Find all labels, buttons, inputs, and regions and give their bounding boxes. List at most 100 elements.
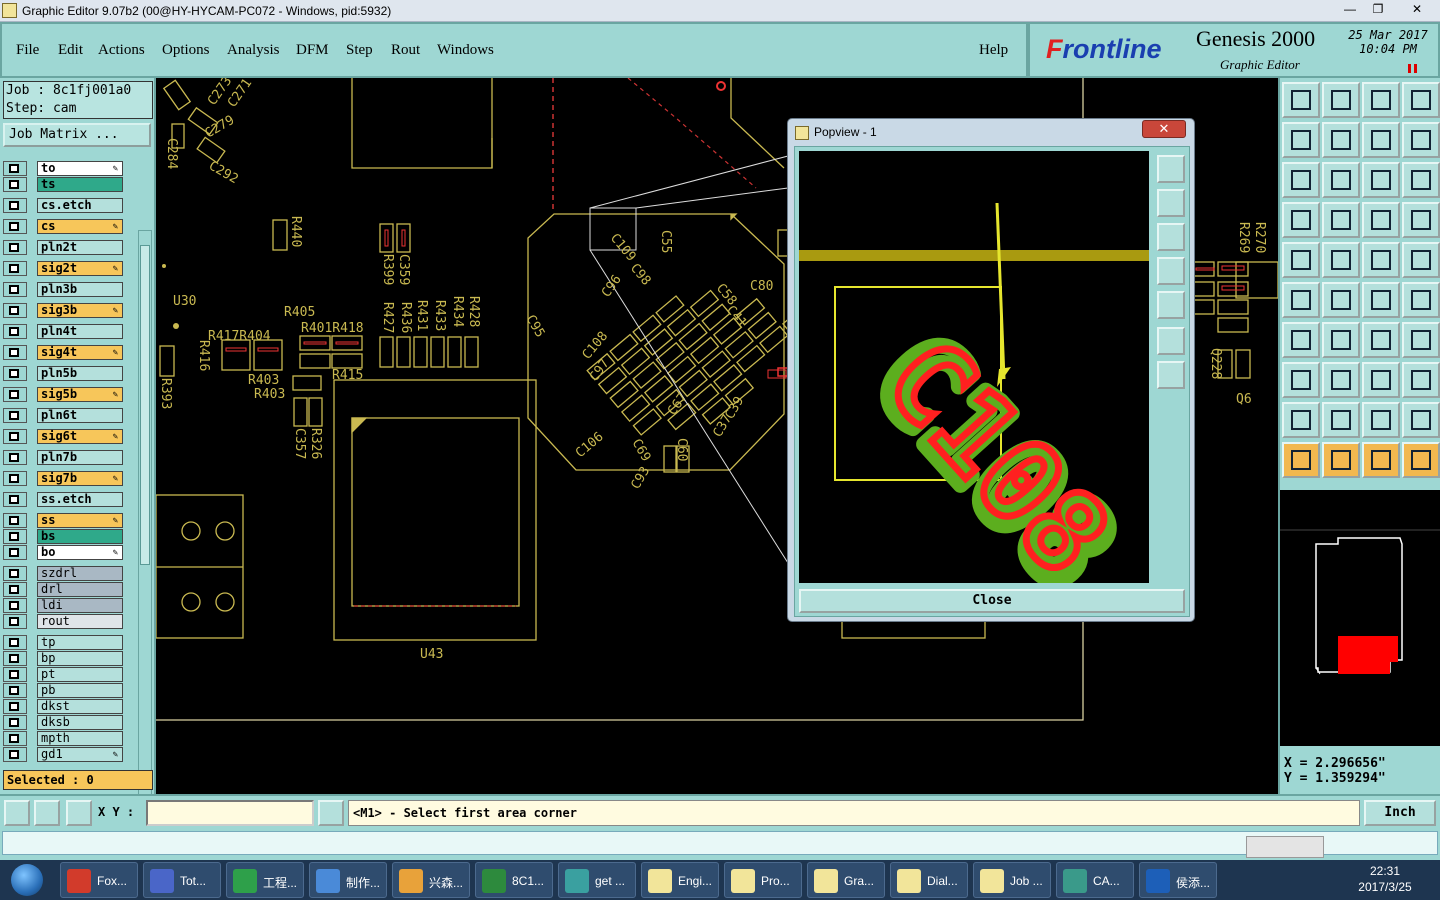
layer-checkbox[interactable] [3, 471, 27, 486]
layer-row-dkst[interactable]: dkst [3, 699, 123, 714]
layer-row-sig3b[interactable]: sig3b ✎ [3, 303, 123, 318]
layer-name[interactable]: to ✎ [37, 161, 123, 176]
taskbar-item[interactable]: Pro... [724, 862, 802, 898]
zoom-fit-icon[interactable] [1402, 82, 1440, 118]
zoom-c-icon[interactable] [1322, 162, 1360, 198]
layer-name[interactable]: drl [37, 582, 123, 597]
layer-row-pln7b[interactable]: pln7b [3, 450, 123, 465]
net-b-icon[interactable] [1402, 202, 1440, 238]
units-select[interactable]: Inch [1364, 800, 1436, 826]
layer-name[interactable]: pln6t [37, 408, 123, 423]
layer-row-ts[interactable]: ts [3, 177, 123, 192]
line-c-icon[interactable] [1322, 322, 1360, 358]
close-icon[interactable]: ✕ [1400, 0, 1434, 18]
grid-icon[interactable] [1322, 202, 1360, 238]
pan-right-icon[interactable] [1322, 122, 1360, 158]
layer-checkbox[interactable] [3, 598, 27, 613]
layer-row-ss-etch[interactable]: ss.etch [3, 492, 123, 507]
help-icon[interactable] [1402, 162, 1440, 198]
snap-icon[interactable] [1282, 202, 1320, 238]
layer-name[interactable]: pln3b [37, 282, 123, 297]
menu-help[interactable]: Help [979, 42, 1008, 59]
layer-checkbox[interactable] [3, 161, 27, 176]
pan-left-icon[interactable] [1282, 122, 1320, 158]
layer-name[interactable]: ts [37, 177, 123, 192]
layer-name[interactable]: pln2t [37, 240, 123, 255]
layer-name[interactable]: pln5b [37, 366, 123, 381]
layer-row-ldi[interactable]: ldi [3, 598, 123, 613]
pointer-target-icon[interactable] [1362, 442, 1400, 478]
draw-icon[interactable] [1322, 242, 1360, 278]
line-b-icon[interactable] [1402, 282, 1440, 318]
zoom-home-icon[interactable] [1362, 82, 1400, 118]
layer-checkbox[interactable] [3, 667, 27, 682]
pointer-icon[interactable] [1282, 442, 1320, 478]
select-frame-icon[interactable] [1282, 242, 1320, 278]
dash-icon[interactable] [1322, 362, 1360, 398]
layer-row-bo[interactable]: bo ✎ [3, 545, 123, 560]
taskbar-item[interactable]: 制作... [309, 862, 387, 898]
taskbar-item[interactable]: Dial... [890, 862, 968, 898]
layer-checkbox[interactable] [3, 387, 27, 402]
layer-name[interactable]: pln4t [37, 324, 123, 339]
layer-checkbox[interactable] [3, 366, 27, 381]
popview-tool-6-icon[interactable] [1157, 327, 1185, 355]
layer-name[interactable]: sig6t ✎ [37, 429, 123, 444]
layer-checkbox[interactable] [3, 635, 27, 650]
taskbar-item[interactable]: get ... [558, 862, 636, 898]
flip-icon[interactable] [1402, 322, 1440, 358]
popview-tool-5-icon[interactable] [1157, 291, 1185, 319]
layer-row-ss[interactable]: ss ✎ [3, 513, 123, 528]
layer-name[interactable]: pb [37, 683, 123, 698]
layer-checkbox[interactable] [3, 566, 27, 581]
layer-checkbox[interactable] [3, 614, 27, 629]
triangle-c-icon[interactable] [1362, 402, 1400, 438]
pan-lr-icon[interactable] [1362, 122, 1400, 158]
popview-tool-4-icon[interactable] [1157, 257, 1185, 285]
layer-checkbox[interactable] [3, 240, 27, 255]
ruler-icon[interactable] [1362, 242, 1400, 278]
layer-scrollbar[interactable] [138, 230, 152, 846]
layer-row-sig2t[interactable]: sig2t ✎ [3, 261, 123, 276]
taskbar-item[interactable]: Fox... [60, 862, 138, 898]
layer-checkbox[interactable] [3, 529, 27, 544]
menu-analysis[interactable]: Analysis [227, 42, 280, 59]
pan-both-icon[interactable] [1402, 122, 1440, 158]
layer-checkbox[interactable] [3, 345, 27, 360]
minimize-icon[interactable]: — [1336, 0, 1364, 18]
layer-row-cs[interactable]: cs ✎ [3, 219, 123, 234]
scrollbar-thumb[interactable] [140, 245, 150, 565]
layer-name[interactable]: cs ✎ [37, 219, 123, 234]
pause-icon[interactable] [1408, 64, 1417, 73]
measure-a-icon[interactable] [1362, 362, 1400, 398]
layer-name[interactable]: cs.etch [37, 198, 123, 213]
layer-name[interactable]: ss ✎ [37, 513, 123, 528]
popview-tool-2-icon[interactable] [1157, 189, 1185, 217]
layer-name[interactable]: sig7b ✎ [37, 471, 123, 486]
taskbar-item[interactable]: Job ... [973, 862, 1051, 898]
layer-name[interactable]: bp [37, 651, 123, 666]
layer-name[interactable]: pt [37, 667, 123, 682]
layer-checkbox[interactable] [3, 492, 27, 507]
layer-checkbox[interactable] [3, 219, 27, 234]
layer-row-pb[interactable]: pb [3, 683, 123, 698]
layer-checkbox[interactable] [3, 324, 27, 339]
layer-name[interactable]: mpth [37, 731, 123, 746]
popview-close-icon[interactable]: ✕ [1142, 120, 1186, 138]
layer-checkbox[interactable] [3, 747, 27, 762]
layer-row-pln5b[interactable]: pln5b [3, 366, 123, 381]
popview-close-button[interactable]: Close [799, 589, 1185, 613]
ratio-1-2-icon[interactable] [1362, 162, 1400, 198]
net-a-icon[interactable] [1362, 202, 1400, 238]
layer-row-sig7b[interactable]: sig7b ✎ [3, 471, 123, 486]
zoom-v-icon[interactable] [1282, 162, 1320, 198]
menu-options[interactable]: Options [162, 42, 210, 59]
measure-b-icon[interactable] [1402, 362, 1440, 398]
taskbar-item[interactable]: 兴森... [392, 862, 470, 898]
grid-icon[interactable] [66, 800, 92, 826]
taskbar-item[interactable]: Engi... [641, 862, 719, 898]
overview-map[interactable] [1280, 490, 1440, 746]
triangle-b-icon[interactable] [1322, 402, 1360, 438]
layer-name[interactable]: dkst [37, 699, 123, 714]
menu-dfm[interactable]: DFM [296, 42, 329, 59]
